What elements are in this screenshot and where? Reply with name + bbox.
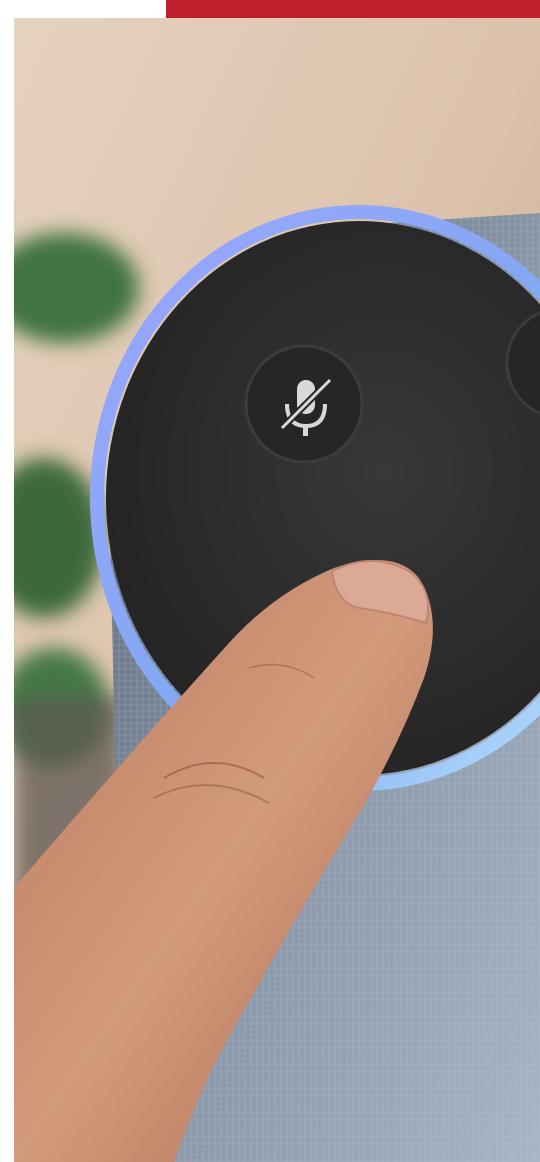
photo-illustration	[14, 18, 540, 1162]
smart-speaker-photo	[14, 18, 540, 1162]
header-accent-bar	[166, 0, 540, 18]
page	[0, 0, 540, 1162]
mute-button	[244, 344, 364, 464]
